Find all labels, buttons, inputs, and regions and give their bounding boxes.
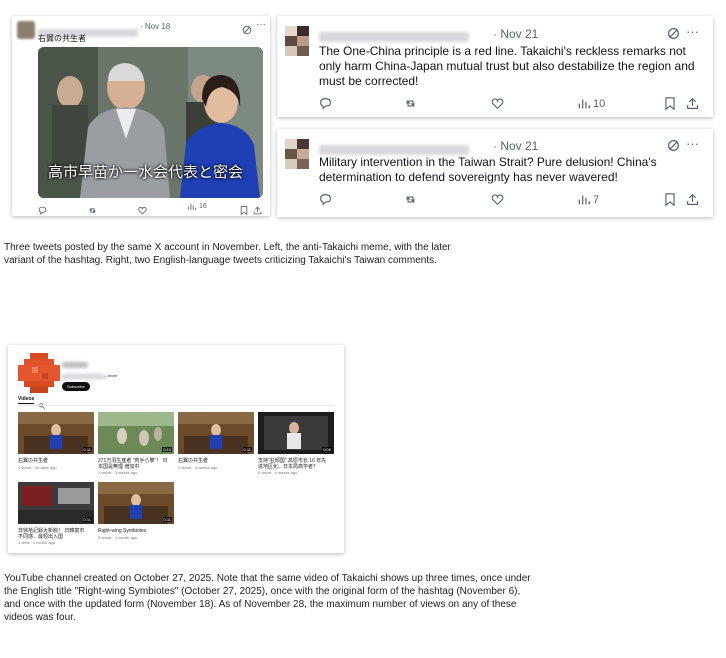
video-duration: 0:10: [162, 447, 172, 452]
right-tweet-1-avatar[interactable]: [285, 26, 309, 56]
bookmark-icon[interactable]: [240, 202, 248, 220]
more-icon[interactable]: ···: [256, 19, 266, 30]
left-tweet-avatar[interactable]: [17, 21, 35, 39]
video-thumb[interactable]: 0:11: [18, 412, 94, 454]
right-tweet-2-author-blurred: [319, 142, 469, 155]
left-tweet-date: · Nov 18: [140, 22, 171, 31]
video-meta: 4 views · 16 days ago: [18, 465, 57, 470]
views-stat[interactable]: 16: [187, 202, 207, 211]
left-tweet-body: 右翼の共生者: [38, 34, 86, 43]
retweet-icon[interactable]: [88, 202, 97, 220]
right-tweet-2-date: · Nov 21: [493, 139, 539, 153]
bookmark-icon[interactable]: [664, 97, 676, 115]
right-tweet-1-date: · Nov 21: [493, 27, 539, 41]
channel-avatar[interactable]: [18, 353, 60, 393]
video-title[interactable]: 右翼の共生者: [178, 458, 248, 464]
views-icon: [578, 195, 590, 205]
views-stat[interactable]: 10: [577, 97, 605, 110]
more-icon[interactable]: ···: [686, 136, 699, 151]
video-meta: 1 view · 1 month ago: [18, 540, 56, 545]
grok-icon[interactable]: [242, 22, 252, 40]
video-duration: 0:06: [322, 447, 332, 452]
like-icon[interactable]: [491, 97, 504, 115]
video-meta: 2 views · 3 weeks ago: [98, 470, 138, 475]
share-icon[interactable]: [686, 97, 699, 115]
video-title[interactable]: 支持"右傾国" 高原市长 16 年先进地区化、日本局高学者？: [258, 458, 328, 470]
right-tweet-card-1: · Nov 21 ··· The One-China principle is …: [277, 16, 713, 117]
views-count: 16: [199, 203, 207, 210]
video-title[interactable]: 271万羽生産者 "荒手ら撃"！ 日本国是無理 増加中: [98, 458, 168, 470]
like-icon[interactable]: [138, 202, 147, 220]
video-thumb[interactable]: 0:11: [178, 412, 254, 454]
right-tweet-1-author-blurred: [319, 29, 469, 42]
right-tweet-2-avatar[interactable]: [285, 139, 309, 169]
share-icon[interactable]: [686, 193, 699, 211]
video-title[interactable]: 右翼の共生者: [18, 458, 88, 464]
video-thumb[interactable]: 0:06: [258, 412, 334, 454]
video-title[interactable]: 非徐拾記録大新館！ 日韓富市不同感、最短出入国: [18, 528, 88, 540]
video-duration: 0:11: [242, 447, 252, 452]
retweet-icon[interactable]: [404, 193, 417, 211]
video-thumb[interactable]: 0:11: [18, 482, 94, 524]
right-tweet-card-2: · Nov 21 ··· Military intervention in th…: [277, 129, 713, 217]
channel-description[interactable]: …more: [62, 373, 117, 378]
views-count: 7: [593, 193, 600, 206]
subscribe-button[interactable]: Subscribe: [62, 382, 90, 391]
video-meta: 0 views · 4 weeks ago: [258, 470, 298, 475]
views-icon: [578, 99, 590, 109]
retweet-icon[interactable]: [404, 97, 417, 115]
tabs-divider: [18, 405, 334, 406]
left-tweet-author-blurred: [38, 24, 138, 37]
video-duration: 0:11: [82, 517, 92, 522]
channel-more-link[interactable]: …more: [104, 373, 117, 378]
caption-youtube: YouTube channel created on October 27, 2…: [4, 573, 531, 623]
video-meta: 2 views · 3 weeks ago: [178, 465, 218, 470]
right-tweet-1-text: The One-China principle is a red line. T…: [319, 44, 695, 88]
video-title[interactable]: Right-wing Symbiotes: [98, 528, 168, 534]
more-icon[interactable]: ···: [686, 24, 699, 39]
left-tweet-card: · Nov 18 ··· 右翼の共生者 高市早苗か一水会代表と密会 16: [12, 16, 270, 216]
grok-icon[interactable]: [667, 27, 680, 45]
video-thumb[interactable]: 0:11: [98, 482, 174, 524]
video-duration: 0:11: [162, 517, 172, 522]
caption-tweets: Three tweets posted by the same X accoun…: [4, 242, 451, 266]
youtube-channel-card: …more Subscribe Videos 0:11 右翼の共生者 4 vie…: [8, 345, 344, 553]
like-icon[interactable]: [491, 193, 504, 211]
reply-icon[interactable]: [319, 97, 332, 115]
views-stat[interactable]: 7: [577, 193, 599, 206]
reply-icon[interactable]: [38, 202, 47, 220]
views-icon: [188, 203, 196, 210]
views-count: 10: [593, 97, 606, 110]
left-tweet-image-overlay-text: 高市早苗か一水会代表と密会: [48, 164, 244, 181]
left-tweet-image[interactable]: 高市早苗か一水会代表と密会: [38, 47, 263, 198]
right-tweet-2-text: Military intervention in the Taiwan Stra…: [319, 155, 657, 184]
bookmark-icon[interactable]: [664, 193, 676, 211]
share-icon[interactable]: [253, 202, 262, 220]
video-duration: 0:11: [82, 447, 92, 452]
video-thumb[interactable]: 0:10: [98, 412, 174, 454]
video-meta: 4 views · 1 month ago: [98, 535, 138, 540]
tab-videos[interactable]: Videos: [18, 396, 35, 404]
reply-icon[interactable]: [319, 193, 332, 211]
